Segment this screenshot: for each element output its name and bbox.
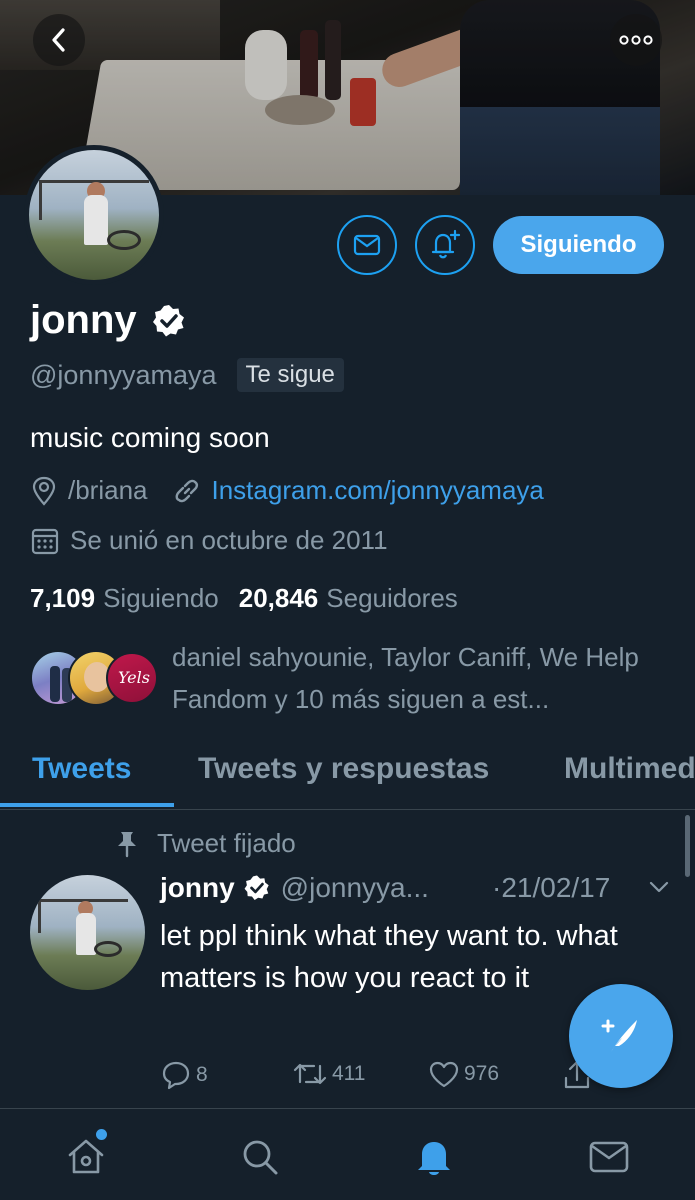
followed-by-text[interactable]: daniel sahyounie, Taylor Caniff, We Help… — [172, 636, 672, 720]
tweet-author-name[interactable]: jonny — [160, 872, 235, 904]
profile-handle: @jonnyyamaya — [30, 359, 217, 390]
tweet-date: ·21/02/17 — [492, 872, 611, 903]
profile-location: /briana — [68, 475, 148, 505]
search-icon — [243, 1140, 278, 1175]
tab-media[interactable]: Multimedia — [564, 752, 695, 786]
chevron-down-icon[interactable] — [648, 880, 670, 894]
profile-website-link[interactable]: Instagram.com/jonnyyamaya — [212, 475, 544, 506]
scrollbar[interactable] — [685, 815, 690, 877]
follows-you-badge: Te sigue — [236, 358, 344, 392]
compose-tweet-button[interactable] — [569, 984, 673, 1088]
reply-icon — [162, 1061, 190, 1090]
reply-button[interactable]: 8 — [160, 1060, 208, 1090]
chevron-left-icon — [52, 28, 65, 52]
reply-count: 8 — [196, 1063, 208, 1086]
tweet-header: jonny @jonnyya... ·21/02/17 — [160, 872, 670, 904]
back-button[interactable] — [33, 14, 85, 66]
envelope-icon — [589, 1141, 629, 1173]
bell-plus-icon — [431, 229, 461, 259]
followed-by-avatars[interactable]: Yels — [30, 650, 160, 706]
nav-home[interactable] — [62, 1129, 110, 1181]
profile-name: jonny — [30, 298, 137, 342]
following-button[interactable]: Siguiendo — [493, 216, 664, 274]
bottom-navigation — [0, 1108, 695, 1200]
like-count: 976 — [464, 1062, 500, 1085]
tweet-actions: 8 411 976 — [160, 1060, 600, 1094]
avatar-figure — [50, 666, 60, 702]
nav-search[interactable] — [236, 1133, 284, 1181]
retweet-icon — [293, 1063, 327, 1085]
tab-tweets-replies[interactable]: Tweets y respuestas — [198, 752, 489, 786]
home-icon — [68, 1139, 104, 1174]
profile-bio: music coming soon — [30, 422, 270, 453]
profile-joined-row: Se unió en octubre de 2011 — [30, 525, 388, 556]
compose-feather-icon — [601, 1019, 637, 1052]
profile-stats: 7,109 Siguiendo 20,846 Seguidores — [30, 583, 458, 614]
pinned-label: Tweet fijado — [157, 828, 296, 858]
profile-avatar[interactable] — [24, 145, 164, 285]
calendar-icon — [31, 528, 59, 554]
more-options-button[interactable] — [610, 14, 662, 66]
like-button[interactable]: 976 — [428, 1060, 499, 1088]
location-pin-icon — [32, 476, 56, 506]
follower-logo: Yels — [118, 668, 150, 687]
nav-messages[interactable] — [585, 1133, 633, 1181]
following-label: Siguiendo — [103, 583, 219, 613]
home-notification-dot — [96, 1129, 107, 1140]
avatar-bike — [94, 941, 122, 957]
message-button[interactable] — [337, 215, 397, 275]
follower-avatar: Yels — [106, 652, 158, 704]
verified-badge-icon — [244, 875, 269, 901]
nav-notifications[interactable] — [410, 1133, 458, 1181]
profile-meta-row: /briana Instagram.com/jonnyyamaya — [30, 475, 544, 506]
following-stat[interactable]: 7,109 Siguiendo — [30, 583, 219, 614]
profile-joined-date: Se unió en octubre de 2011 — [70, 525, 388, 555]
link-icon — [175, 479, 198, 502]
bell-icon — [418, 1142, 450, 1175]
followers-stat[interactable]: 20,846 Seguidores — [239, 583, 458, 614]
envelope-icon — [353, 234, 381, 256]
tweet-author-handle: @jonnyya... — [280, 872, 429, 903]
avatar-bike — [107, 230, 141, 250]
notifications-toggle-button[interactable] — [415, 215, 475, 275]
tweet-author-avatar[interactable] — [30, 875, 145, 990]
tab-tweets[interactable]: Tweets — [32, 752, 131, 786]
heart-icon — [429, 1061, 459, 1088]
tweet-text: let ppl think what they want to. what ma… — [160, 920, 618, 994]
profile-tabs: Tweets Tweets y respuestas Multimedia — [0, 740, 695, 810]
avatar-figure — [76, 913, 96, 955]
retweet-count: 411 — [332, 1062, 366, 1085]
pinned-label-row: Tweet fijado — [115, 828, 296, 859]
avatar-figure — [84, 195, 108, 245]
following-count: 7,109 — [30, 583, 96, 613]
profile-handle-row: @jonnyyamaya Te sigue — [30, 358, 344, 392]
pin-icon — [118, 831, 136, 857]
verified-badge-icon — [152, 304, 184, 336]
followers-count: 20,846 — [238, 583, 319, 613]
profile-name-row: jonny — [30, 298, 187, 343]
more-dots-icon — [619, 35, 653, 45]
followers-label: Seguidores — [326, 583, 458, 613]
active-tab-indicator — [0, 803, 174, 807]
retweet-button[interactable]: 411 — [292, 1060, 365, 1088]
